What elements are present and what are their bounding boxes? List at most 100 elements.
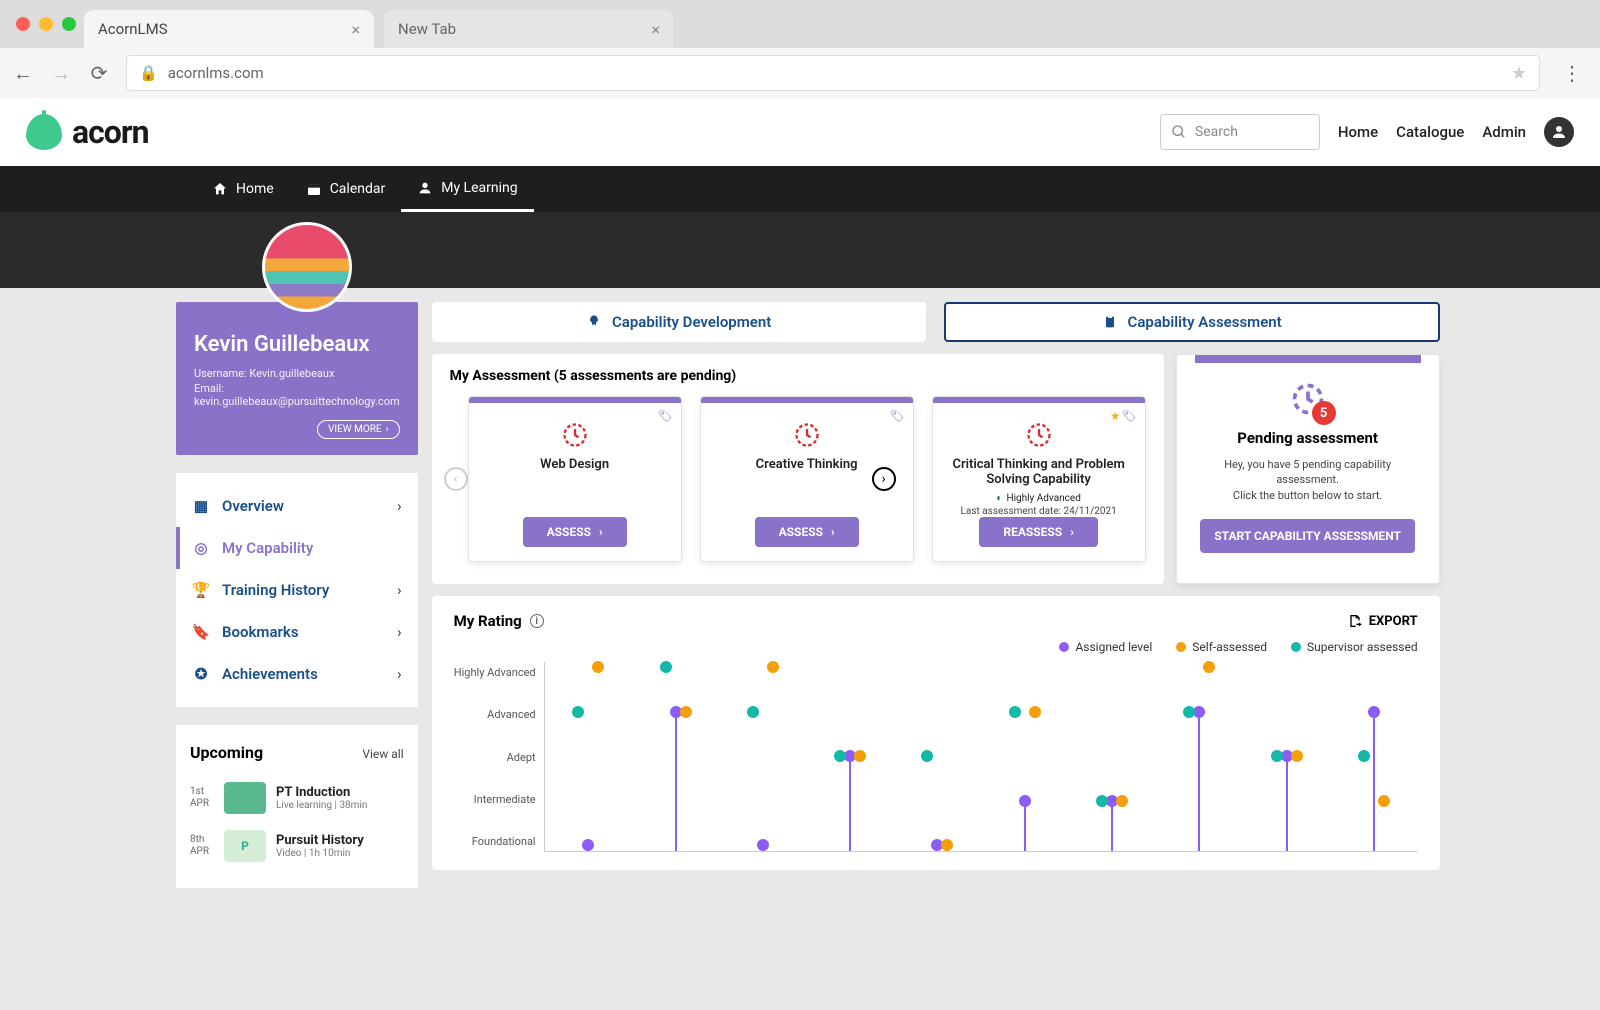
user-card: Kevin Guillebeaux Username: Kevin.guille… <box>176 302 418 455</box>
maximize-window-icon[interactable] <box>62 17 76 31</box>
nav-item-my-learning[interactable]: My Learning <box>401 166 533 212</box>
assessment-heading: My Assessment (5 assessments are pending… <box>450 368 1146 384</box>
star-badge-icon: ✪ <box>192 665 210 683</box>
y-axis: Highly Advanced Advanced Adept Intermedi… <box>454 662 544 852</box>
search-placeholder: Search <box>1195 124 1238 140</box>
toggle-label: Capability Development <box>612 313 771 331</box>
upcoming-thumb <box>224 782 266 814</box>
upcoming-sub: Live learning | 38min <box>276 800 404 811</box>
rating-title: My Rating i <box>454 612 544 630</box>
sidenav-overview[interactable]: ▦ Overview › <box>176 485 418 527</box>
plot-area <box>544 662 1418 852</box>
assess-button[interactable]: ASSESS› <box>523 517 627 547</box>
nav-admin[interactable]: Admin <box>1482 123 1526 141</box>
chevron-right-icon: › <box>397 581 402 599</box>
nav-label: Home <box>236 181 274 197</box>
nav-item-home[interactable]: Home <box>196 166 290 212</box>
clock-alert-icon <box>1025 421 1053 449</box>
nav-home[interactable]: Home <box>1338 123 1378 141</box>
back-icon[interactable]: ← <box>12 61 34 86</box>
reload-icon[interactable]: ⟳ <box>88 61 110 85</box>
export-icon <box>1347 613 1363 629</box>
upcoming-thumb: P <box>224 830 266 862</box>
sidenav-training-history[interactable]: 🏆 Training History › <box>176 569 418 611</box>
tag-icon[interactable]: 🏷 <box>1121 409 1136 423</box>
sidenav-bookmarks[interactable]: 🔖 Bookmarks › <box>176 611 418 653</box>
upcoming-item[interactable]: 1stAPR PT Induction Live learning | 38mi… <box>190 774 404 822</box>
tab-capability-assessment[interactable]: Capability Assessment <box>944 302 1440 342</box>
chevron-right-icon: › <box>831 525 835 539</box>
pending-text: Hey, you have 5 pending capability asses… <box>1195 457 1421 503</box>
capability-toggle: Capability Development Capability Assess… <box>432 302 1440 342</box>
assessment-panel: My Assessment (5 assessments are pending… <box>432 354 1164 584</box>
logo[interactable]: acorn <box>26 113 149 151</box>
rating-chart: Highly Advanced Advanced Adept Intermedi… <box>454 662 1418 852</box>
assessment-card: ★ 🏷 Critical Thinking and Problem Solvin… <box>932 396 1146 562</box>
browser-menu-icon[interactable]: ⋮ <box>1556 61 1588 85</box>
tab-title: AcornLMS <box>98 20 168 38</box>
rating-panel: My Rating i EXPORT Assigned level Self-a… <box>432 596 1440 870</box>
assess-button[interactable]: ASSESS› <box>755 517 859 547</box>
legend-item: Self-assessed <box>1176 640 1267 654</box>
minimize-window-icon[interactable] <box>39 17 53 31</box>
close-icon[interactable]: × <box>651 20 660 39</box>
close-window-icon[interactable] <box>16 17 30 31</box>
bookmark-star-icon[interactable]: ★ <box>1511 63 1527 84</box>
nav-item-calendar[interactable]: Calendar <box>290 166 402 212</box>
upcoming-sub: Video | 1h 10min <box>276 848 404 859</box>
tag-icon[interactable]: 🏷 <box>889 409 904 423</box>
trophy-icon: 🏆 <box>192 581 210 599</box>
pending-title: Pending assessment <box>1237 429 1378 447</box>
export-button[interactable]: EXPORT <box>1347 613 1418 629</box>
bookmark-icon: 🔖 <box>192 623 210 641</box>
star-icon[interactable]: ★ <box>1110 409 1121 423</box>
browser-tab-active[interactable]: AcornLMS × <box>84 10 374 48</box>
clock-alert-icon <box>793 421 821 449</box>
user-avatar-icon[interactable] <box>1544 117 1574 147</box>
tab-capability-development[interactable]: Capability Development <box>432 302 926 342</box>
start-assessment-button[interactable]: START CAPABILITY ASSESSMENT <box>1200 519 1415 553</box>
browser-toolbar: ← → ⟳ 🔒 acornlms.com ★ ⋮ <box>0 48 1600 98</box>
browser-tab[interactable]: New Tab × <box>384 10 674 48</box>
forward-icon[interactable]: → <box>50 61 72 86</box>
logo-mark-icon <box>26 114 62 150</box>
navbar: Home Calendar My Learning <box>0 166 1600 212</box>
carousel-prev-icon[interactable]: ‹ <box>444 467 468 491</box>
address-bar[interactable]: 🔒 acornlms.com ★ <box>126 55 1540 91</box>
search-input[interactable]: Search <box>1160 114 1320 150</box>
nav-catalogue[interactable]: Catalogue <box>1396 123 1464 141</box>
toggle-label: Capability Assessment <box>1128 313 1282 331</box>
calendar-icon <box>306 181 322 197</box>
logo-text: acorn <box>72 113 149 151</box>
rocket-icon <box>586 314 602 330</box>
chevron-right-icon: › <box>1070 525 1074 539</box>
view-more-button[interactable]: VIEW MORE › <box>317 420 400 439</box>
pending-assessment-card: 5 Pending assessment Hey, you have 5 pen… <box>1176 354 1440 584</box>
chevron-right-icon: › <box>397 665 402 683</box>
upcoming-date: 8thAPR <box>190 834 214 858</box>
close-icon[interactable]: × <box>351 20 360 39</box>
lock-icon: 🔒 <box>139 64 158 82</box>
upcoming-item[interactable]: 8thAPR P Pursuit History Video | 1h 10mi… <box>190 822 404 870</box>
view-all-link[interactable]: View all <box>362 747 403 761</box>
tag-icon[interactable]: 🏷 <box>657 409 672 423</box>
grid-icon: ▦ <box>192 497 210 515</box>
sidenav-label: Overview <box>222 497 284 515</box>
sidenav-achievements[interactable]: ✪ Achievements › <box>176 653 418 695</box>
chevron-right-icon: › <box>599 525 603 539</box>
carousel-next-icon[interactable]: › <box>872 467 896 491</box>
spinner-icon: ◐ <box>996 493 1002 504</box>
card-title: Creative Thinking <box>756 457 858 472</box>
chevron-right-icon: › <box>386 424 389 435</box>
target-icon: ◎ <box>192 539 210 557</box>
chevron-right-icon: › <box>397 623 402 641</box>
sidenav-my-capability[interactable]: ◎ My Capability <box>176 527 418 569</box>
side-nav: ▦ Overview › ◎ My Capability 🏆 Training … <box>176 473 418 707</box>
card-title: Critical Thinking and Problem Solving Ca… <box>943 457 1135 487</box>
reassess-button[interactable]: REASSESS› <box>979 517 1097 547</box>
user-avatar-large[interactable] <box>262 222 352 312</box>
upcoming-panel: Upcoming View all 1stAPR PT Induction Li… <box>176 725 418 888</box>
pending-count-badge: 5 <box>1312 401 1336 425</box>
search-icon <box>1171 124 1187 140</box>
info-icon[interactable]: i <box>530 614 544 628</box>
